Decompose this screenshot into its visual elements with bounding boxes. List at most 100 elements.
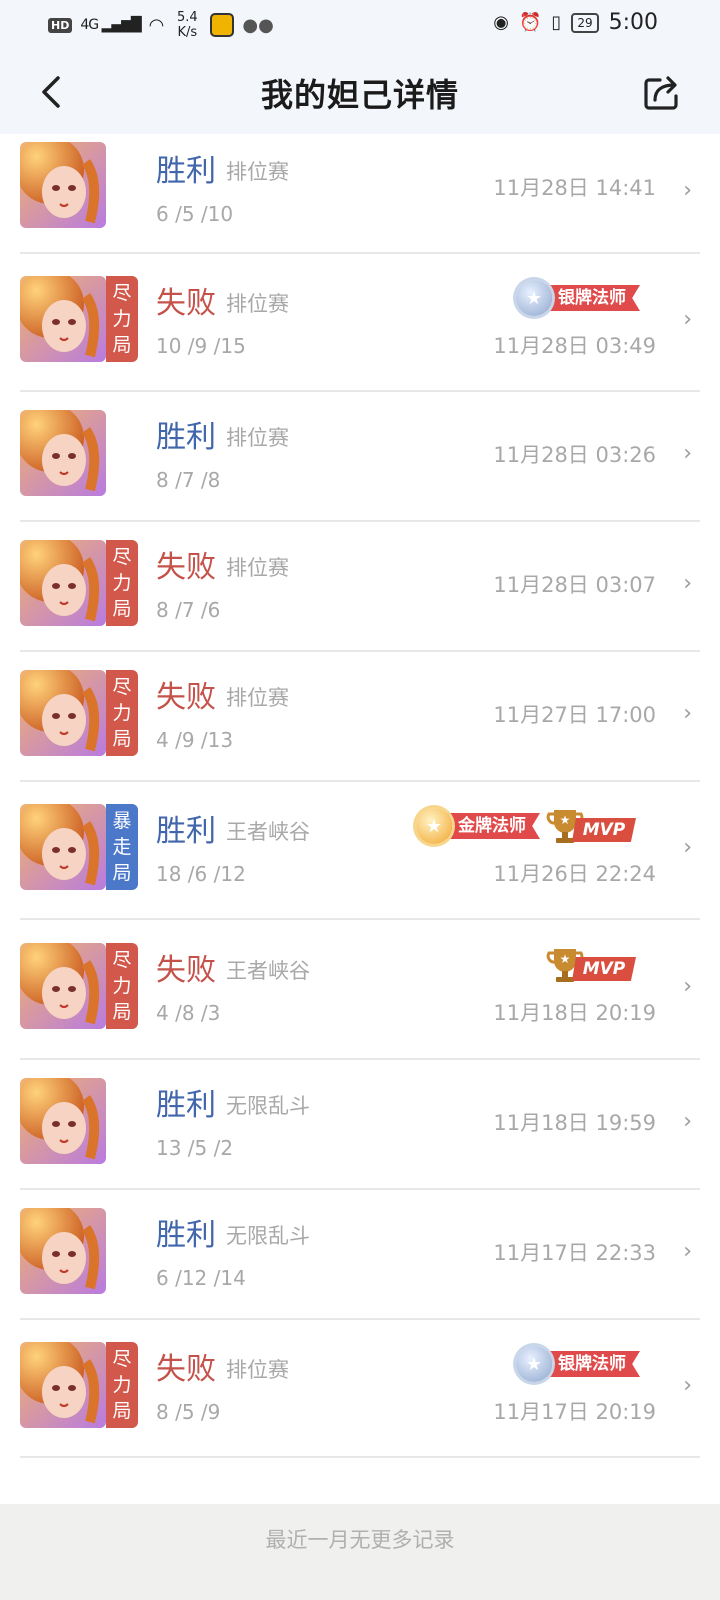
chevron-right-icon[interactable]: ›	[683, 178, 692, 203]
match-result: 胜利	[156, 1218, 216, 1253]
share-icon	[644, 76, 678, 110]
chevron-right-icon[interactable]: ›	[683, 835, 692, 860]
match-row[interactable]: 暴走局 胜利 王者峡谷 18 /6 /12 ★ 金牌法师 ★ MVP 11月26日 22:24 ›	[20, 782, 700, 920]
star-medal-icon: ★	[416, 808, 452, 844]
match-time: 11月28日 14:41	[493, 176, 656, 200]
match-kda: 4 /8 /3	[156, 1001, 221, 1025]
game-tag-text: 尽力局	[112, 676, 132, 750]
match-result: 胜利	[156, 1088, 216, 1123]
mvp-label: MVP	[572, 818, 636, 842]
match-row[interactable]: 胜利 排位赛 6 /5 /10 11月28日 14:41 ›	[20, 134, 700, 254]
match-row[interactable]: 尽力局 失败 排位赛 8 /7 /6 11月28日 03:07 ›	[20, 522, 700, 652]
match-row[interactable]: 尽力局 失败 排位赛 10 /9 /15 ★ 银牌法师 11月28日 03:49 ›	[20, 254, 700, 392]
status-right: ◉ ⏰ ▯ 29 5:00	[493, 10, 658, 35]
game-tag: 尽力局	[106, 540, 138, 626]
svg-text:★: ★	[560, 813, 571, 827]
game-tag: 尽力局	[106, 670, 138, 756]
network-speed: 5.4 K/s	[177, 10, 198, 40]
match-mode: 无限乱斗	[226, 1094, 310, 1118]
game-tag-text: 尽力局	[112, 546, 132, 620]
match-mode: 无限乱斗	[226, 1224, 310, 1248]
status-left: HD 4G ▂▄▆█ ◠ 5.4 K/s ●●	[48, 10, 274, 40]
network-indicator: 4G ▂▄▆█	[80, 17, 141, 33]
svg-text:★: ★	[560, 952, 571, 966]
match-mode: 排位赛	[226, 292, 289, 316]
network-type: 4G	[80, 17, 99, 33]
game-tag: 暴走局	[106, 804, 138, 890]
chevron-right-icon[interactable]: ›	[683, 441, 692, 466]
wechat-icon: ●●	[242, 14, 274, 36]
match-row[interactable]: 胜利 无限乱斗 13 /5 /2 11月18日 19:59 ›	[20, 1060, 700, 1190]
hero-avatar	[20, 1342, 106, 1428]
match-time: 11月28日 03:26	[493, 443, 656, 467]
match-mode: 王者峡谷	[226, 959, 310, 983]
hero-avatar	[20, 804, 106, 890]
alarm-icon: ⏰	[518, 12, 542, 33]
chevron-right-icon[interactable]: ›	[683, 307, 692, 332]
hero-avatar	[20, 276, 106, 362]
match-row[interactable]: 胜利 排位赛 8 /7 /8 11月28日 03:26 ›	[20, 392, 700, 522]
badge-label: 银牌法师	[542, 285, 640, 311]
game-tag: 尽力局	[106, 276, 138, 362]
silver-mage-badge: ★ 银牌法师	[516, 280, 640, 316]
match-time: 11月17日 20:19	[493, 1400, 656, 1424]
match-row[interactable]: 尽力局 失败 王者峡谷 4 /8 /3 ★ MVP 11月18日 20:19 ›	[20, 920, 700, 1060]
game-tag: 尽力局	[106, 1342, 138, 1428]
hero-avatar-image	[20, 804, 106, 890]
match-mode: 王者峡谷	[226, 820, 310, 844]
match-kda: 6 /5 /10	[156, 202, 234, 226]
game-tag-text: 暴走局	[112, 810, 132, 884]
match-time: 11月26日 22:24	[493, 862, 656, 886]
chevron-right-icon[interactable]: ›	[683, 1109, 692, 1134]
share-button[interactable]	[640, 70, 684, 114]
match-mode: 排位赛	[226, 160, 289, 184]
game-app-icon	[210, 13, 235, 37]
match-row[interactable]: 胜利 无限乱斗 6 /12 /14 11月17日 22:33 ›	[20, 1190, 700, 1320]
clock: 5:00	[608, 10, 658, 35]
hero-avatar-image	[20, 276, 106, 362]
mvp-badge: ★ MVP	[546, 945, 642, 989]
chevron-right-icon[interactable]: ›	[683, 701, 692, 726]
badge-label: 金牌法师	[442, 813, 540, 839]
match-kda: 8 /7 /6	[156, 598, 221, 622]
game-tag: 尽力局	[106, 943, 138, 1029]
match-result: 失败	[156, 680, 216, 715]
chevron-right-icon[interactable]: ›	[683, 1373, 692, 1398]
badge-label: 银牌法师	[542, 1351, 640, 1377]
match-time: 11月28日 03:07	[493, 573, 656, 597]
hero-avatar	[20, 142, 106, 228]
hero-avatar-image	[20, 1078, 106, 1164]
gold-mage-badge: ★ 金牌法师	[416, 808, 540, 844]
match-row[interactable]: 尽力局 失败 排位赛 8 /5 /9 ★ 银牌法师 11月17日 20:19 ›	[20, 1320, 700, 1458]
match-time: 11月18日 19:59	[493, 1111, 656, 1135]
vibrate-icon: ▯	[551, 12, 562, 33]
no-more-records: 最近一月无更多记录	[0, 1504, 720, 1600]
match-kda: 8 /5 /9	[156, 1400, 221, 1424]
chevron-right-icon[interactable]: ›	[683, 571, 692, 596]
battery-level: 29	[571, 12, 599, 33]
hero-avatar	[20, 1208, 106, 1294]
match-time: 11月18日 20:19	[493, 1001, 656, 1025]
app-root: { "status_bar": { "hd": "HD", "network":…	[0, 0, 720, 1600]
match-result: 胜利	[156, 420, 216, 455]
match-result: 胜利	[156, 814, 216, 849]
match-kda: 4 /9 /13	[156, 728, 234, 752]
hero-avatar-image	[20, 410, 106, 496]
chevron-right-icon[interactable]: ›	[683, 974, 692, 999]
hero-avatar-image	[20, 142, 106, 228]
match-kda: 10 /9 /15	[156, 334, 246, 358]
page-title: 我的妲己详情	[260, 76, 459, 114]
match-kda: 6 /12 /14	[156, 1266, 246, 1290]
app-header: 我的妲己详情	[0, 50, 720, 134]
star-medal-icon: ★	[516, 280, 552, 316]
match-kda: 8 /7 /8	[156, 468, 221, 492]
match-mode: 排位赛	[226, 426, 289, 450]
hero-avatar-image	[20, 670, 106, 756]
game-tag-text: 尽力局	[112, 949, 132, 1023]
chevron-right-icon[interactable]: ›	[683, 1239, 692, 1264]
hero-avatar-image	[20, 943, 106, 1029]
hd-indicator: HD	[48, 17, 73, 33]
mvp-badge: ★ MVP	[546, 806, 642, 850]
match-time: 11月27日 17:00	[493, 703, 656, 727]
match-row[interactable]: 尽力局 失败 排位赛 4 /9 /13 11月27日 17:00 ›	[20, 652, 700, 782]
